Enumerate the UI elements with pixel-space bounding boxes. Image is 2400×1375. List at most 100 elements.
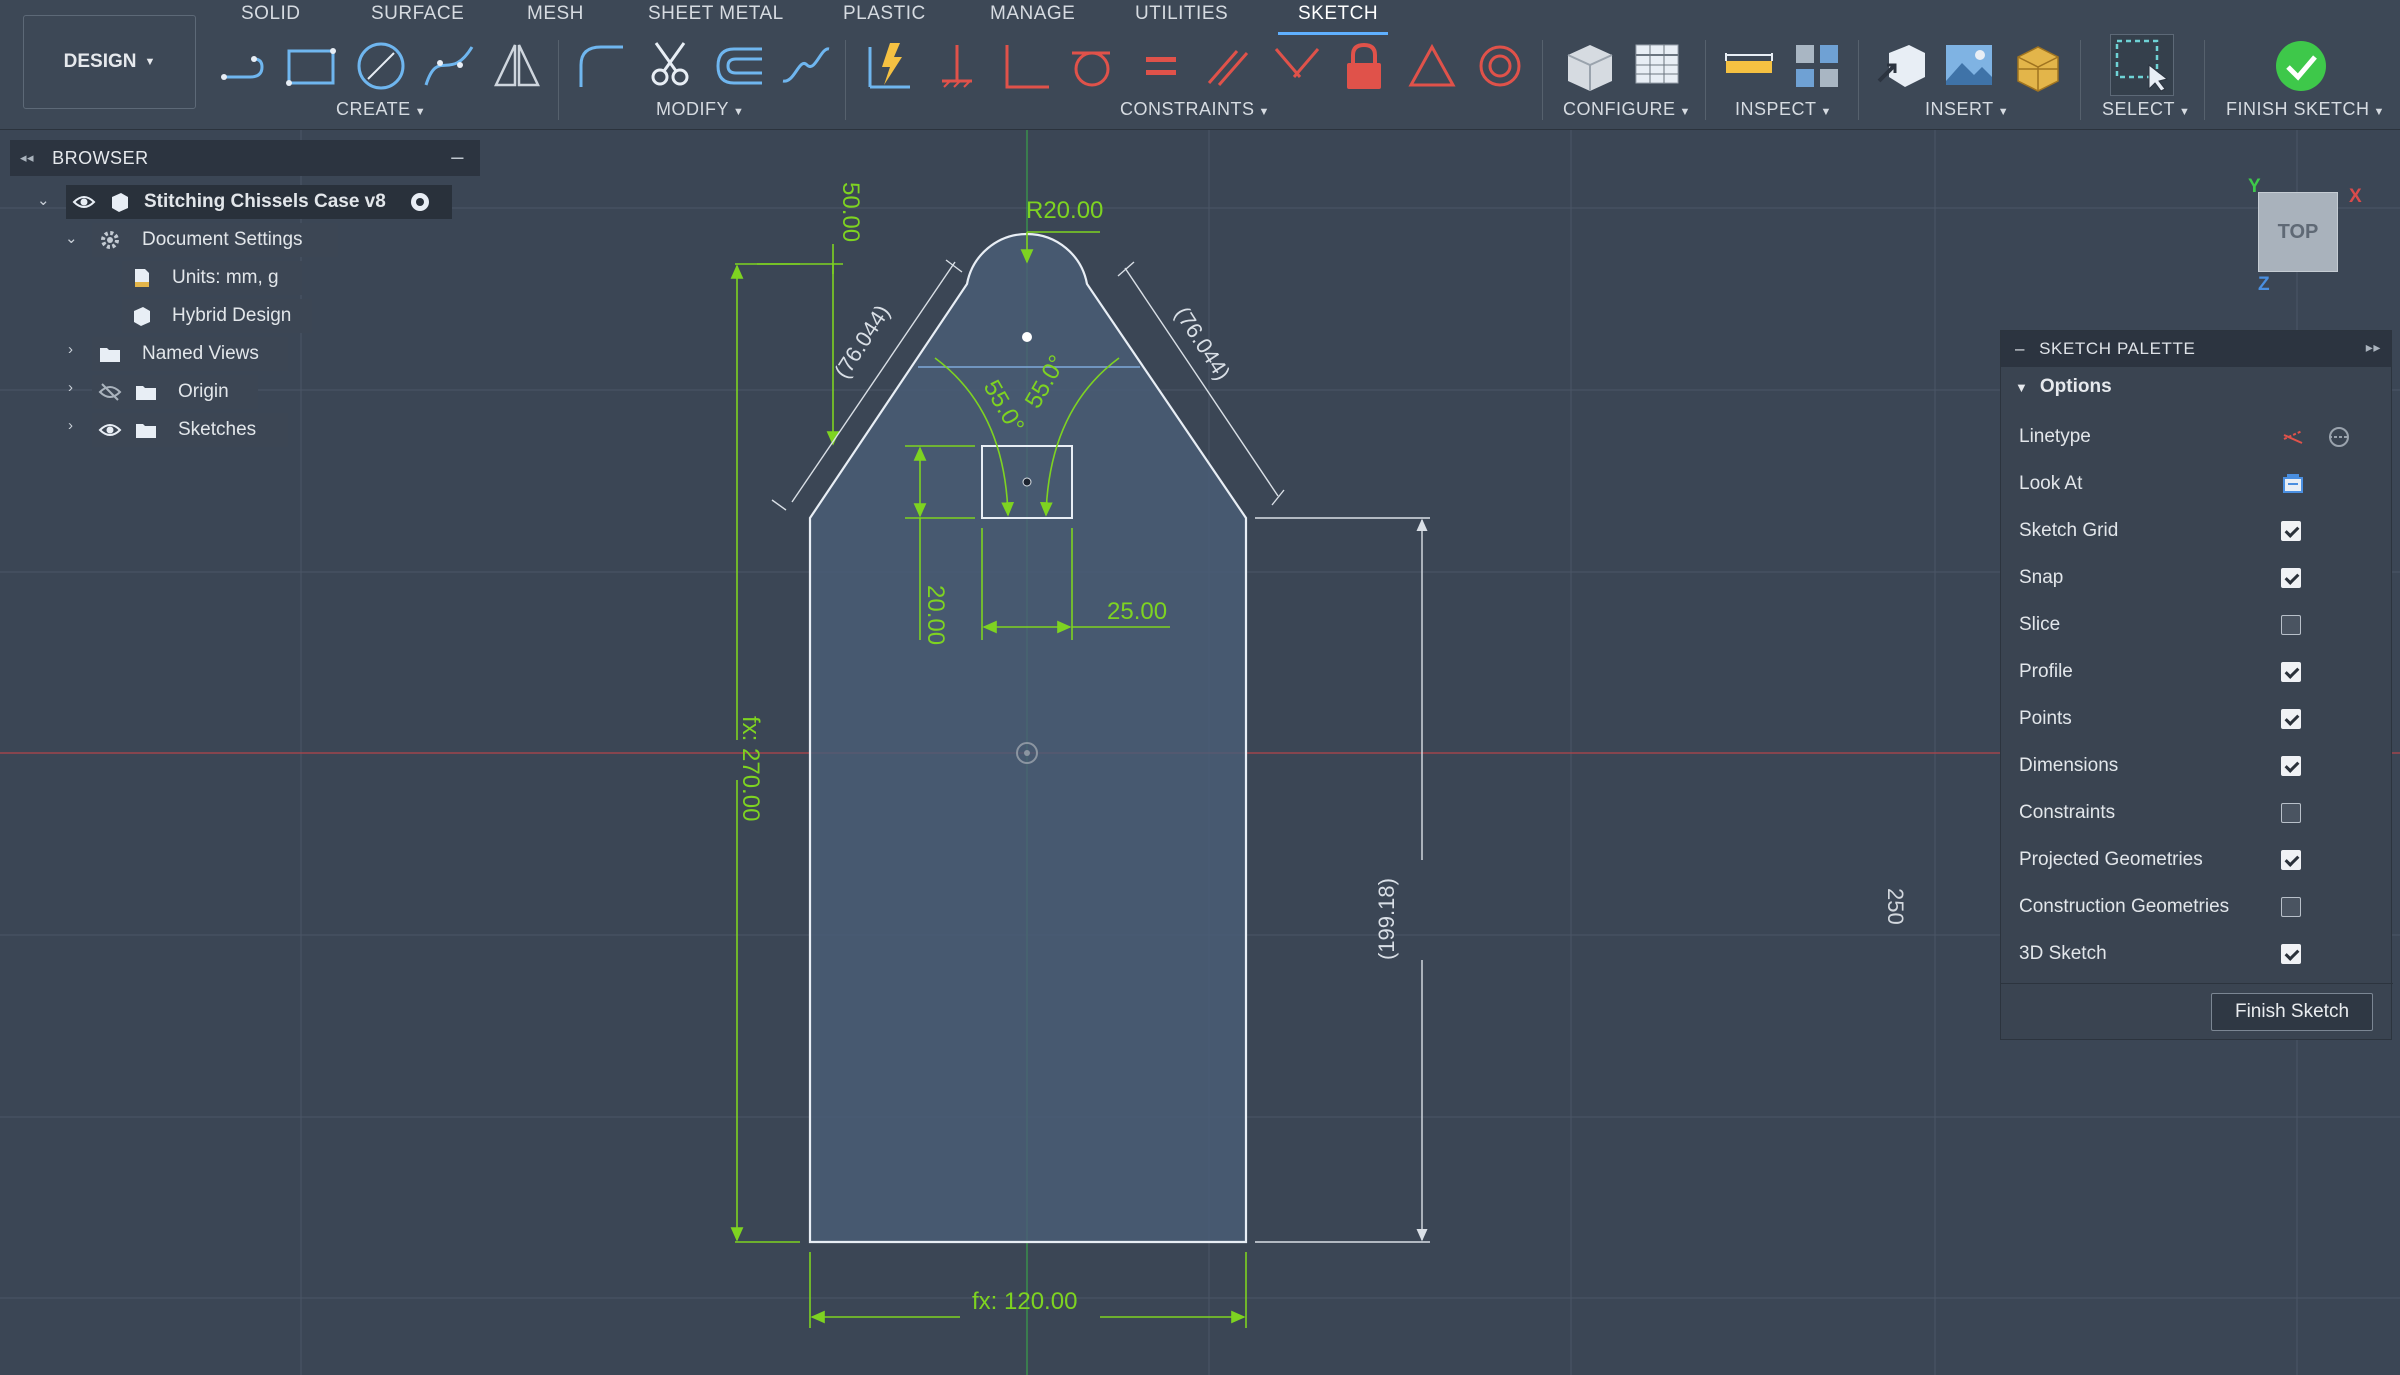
insert-menu[interactable]: INSERT ▼ [1925,99,2009,120]
toolbar-divider [558,40,559,120]
insert-mesh-icon[interactable] [2008,37,2066,95]
offset-icon[interactable] [710,37,768,95]
constraints-checkbox[interactable] [2281,803,2301,823]
modify-menu[interactable]: MODIFY ▼ [656,99,744,120]
palette-row-slice: Slice [2019,605,2379,645]
measure-icon[interactable] [1720,37,1778,95]
table-icon[interactable] [1628,37,1686,95]
trim-icon[interactable] [642,37,700,95]
activate-radio-icon[interactable] [408,190,432,214]
options-section-header[interactable]: ▼ Options [2001,367,2391,407]
parallel-icon[interactable] [1199,37,1257,95]
snap-checkbox[interactable] [2281,568,2301,588]
finish-sketch-menu[interactable]: FINISH SKETCH ▼ [2226,99,2385,120]
sketch-grid-checkbox[interactable] [2281,521,2301,541]
profile-checkbox[interactable] [2281,662,2301,682]
browser-item-sketches[interactable]: Sketches [92,413,288,447]
tab-sketch[interactable]: SKETCH [1298,3,1378,25]
palette-row-label: 3D Sketch [2019,943,2107,964]
expand-icon[interactable]: ▸▸ [2366,339,2381,356]
dim-right-slant[interactable]: (76.044) [1170,302,1236,384]
lock-icon[interactable] [1335,37,1393,95]
equal-icon[interactable] [1132,37,1190,95]
dimensions-checkbox[interactable] [2281,756,2301,776]
eye-icon[interactable] [98,418,122,442]
auto-constrain-icon[interactable] [860,37,918,95]
tab-sheet-metal[interactable]: SHEET METAL [648,3,784,25]
finish-sketch-icon[interactable] [2272,37,2330,95]
browser-item-document-settings[interactable]: Document Settings [92,223,338,257]
browser-item-root[interactable]: Stitching Chissels Case v8 [66,185,452,219]
inspect-menu[interactable]: INSPECT ▼ [1735,99,1832,120]
finish-sketch-button[interactable]: Finish Sketch [2211,993,2373,1031]
viewcube-top-face[interactable]: TOP [2258,192,2338,272]
projected-geometries-checkbox[interactable] [2281,850,2301,870]
triangle-icon[interactable] [1403,37,1461,95]
display-component-colors-icon[interactable] [1788,37,1846,95]
create-menu[interactable]: CREATE ▼ [336,99,426,120]
chevron-down-icon[interactable]: ⌄ [37,191,50,209]
dim-base-width[interactable]: fx: 120.00 [972,1288,1077,1315]
tab-surface[interactable]: SURFACE [371,3,464,25]
workspace-switcher[interactable]: DESIGN ▼ [23,15,196,109]
tab-solid[interactable]: SOLID [241,3,301,25]
circle-icon[interactable] [352,37,410,95]
perpendicular-icon[interactable] [997,37,1055,95]
fix-icon[interactable] [928,37,986,95]
x-axis-label: X [2349,186,2362,207]
spline-icon[interactable] [420,37,478,95]
minimize-icon[interactable]: – [2015,339,2025,359]
component-icon [112,193,128,212]
3d-sketch-checkbox[interactable] [2281,944,2301,964]
slice-checkbox[interactable] [2281,615,2301,635]
insert-derive-icon[interactable] [1873,37,1931,95]
eye-hidden-icon[interactable] [98,380,122,404]
rectangle-icon[interactable] [283,37,341,95]
centerline-linetype-icon[interactable] [2327,425,2351,449]
sketch-palette: – SKETCH PALETTE ▸▸ ▼ Options Linetype L… [2000,330,2393,1040]
chevron-right-icon[interactable]: › [68,379,73,396]
tangent-icon[interactable] [1064,37,1122,95]
slot-center-point[interactable] [1022,477,1032,487]
minimize-icon[interactable]: – [451,144,464,170]
concentric-icon[interactable] [1471,37,1529,95]
tab-plastic[interactable]: PLASTIC [843,3,926,25]
chevron-right-icon[interactable]: › [68,341,73,358]
look-at-icon[interactable] [2281,472,2305,496]
select-menu[interactable]: SELECT ▼ [2102,99,2190,120]
select-icon[interactable] [2110,34,2174,96]
dim-tip-height[interactable]: 50.00 [837,182,864,242]
viewcube[interactable]: TOP [2255,190,2340,275]
sketch-scale-icon[interactable] [777,37,835,95]
tab-manage[interactable]: MANAGE [990,3,1075,25]
configure-icon[interactable] [1560,37,1618,95]
line-icon[interactable] [216,37,274,95]
browser-item-origin[interactable]: Origin [92,375,258,409]
tab-utilities[interactable]: UTILITIES [1135,3,1228,25]
dim-slot-offset[interactable]: 20.00 [922,585,949,645]
browser-item-hybrid-design[interactable]: Hybrid Design [122,299,312,333]
points-checkbox[interactable] [2281,709,2301,729]
arc-center-point[interactable] [1022,332,1032,342]
dim-left-slant[interactable]: (76.044) [829,300,895,382]
dim-slot-width[interactable]: 25.00 [1107,598,1167,625]
configure-menu[interactable]: CONFIGURE ▼ [1563,99,1691,120]
fillet-icon[interactable] [571,37,629,95]
construction-geometries-checkbox[interactable] [2281,897,2301,917]
chevron-down-icon[interactable]: ⌄ [65,229,78,247]
collapse-panel-icon[interactable]: ◂◂ [20,150,34,166]
browser-item-named-views[interactable]: Named Views [92,337,288,371]
dim-side-height[interactable]: (199.18) [1374,878,1399,960]
mirror-icon[interactable] [488,37,546,95]
dim-radius[interactable]: R20.00 [1026,197,1103,224]
dim-total-height[interactable]: fx: 270.00 [737,716,764,821]
coincident-icon[interactable] [1268,37,1326,95]
chevron-right-icon[interactable]: › [68,417,73,434]
canvas-image-icon[interactable] [1940,37,1998,95]
eye-icon[interactable] [72,190,96,214]
tab-mesh[interactable]: MESH [527,3,584,25]
browser-item-units[interactable]: Units: mm, g [122,261,302,295]
constraints-menu[interactable]: CONSTRAINTS ▼ [1120,99,1270,120]
construction-linetype-icon[interactable] [2281,425,2305,449]
palette-row-linetype: Linetype [2019,417,2379,457]
